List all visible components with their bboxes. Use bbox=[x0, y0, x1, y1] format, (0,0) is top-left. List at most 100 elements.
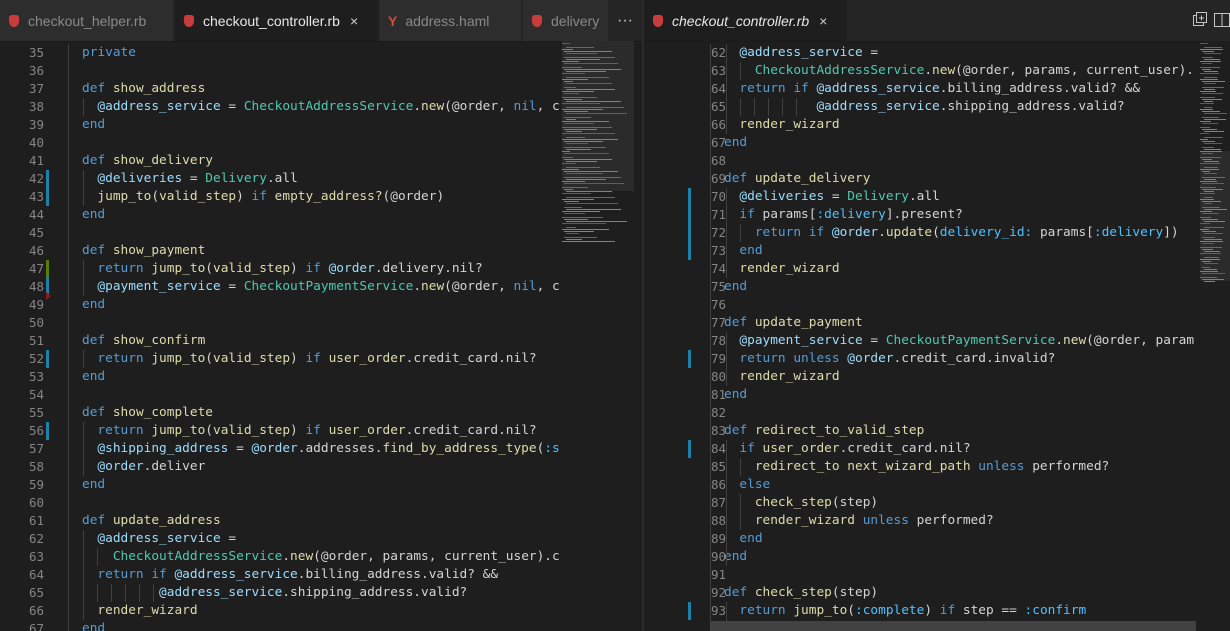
tab-label: checkout_controller.rb bbox=[203, 12, 340, 29]
minimap-slider[interactable] bbox=[562, 41, 634, 191]
line-number: 63 bbox=[710, 63, 726, 78]
code-line: return if @address_service.billing_addre… bbox=[82, 567, 499, 582]
git-deleted-marker[interactable] bbox=[46, 292, 51, 300]
indent-guide bbox=[83, 170, 84, 206]
code-line: def redirect_to_valid_step bbox=[724, 423, 925, 438]
more-actions-icon[interactable]: ··· bbox=[610, 0, 640, 41]
tab-checkout-helper[interactable]: checkout_helper.rb bbox=[0, 0, 174, 41]
left-tab-bar: checkout_helper.rb checkout_controller.r… bbox=[0, 0, 642, 42]
git-change-marker[interactable] bbox=[688, 350, 691, 368]
minimap-line bbox=[562, 229, 609, 230]
line-number: 56 bbox=[28, 423, 44, 438]
git-change-marker[interactable] bbox=[46, 422, 49, 440]
code-line: @address_service = CheckoutAddressServic… bbox=[82, 99, 560, 114]
minimap-line bbox=[564, 201, 579, 202]
code-line: @order.deliver bbox=[82, 459, 206, 474]
tab-checkout-controller-right[interactable]: checkout_controller.rb × bbox=[644, 0, 848, 41]
minimap-line bbox=[562, 211, 600, 212]
minimap-line bbox=[562, 199, 594, 200]
left-minimap[interactable] bbox=[562, 41, 634, 631]
tab-delivery[interactable]: delivery bbox=[523, 0, 609, 41]
minimap-line bbox=[1200, 133, 1209, 134]
code-line: render_wizard unless performed? bbox=[724, 513, 994, 528]
code-line: return if @order.update(delivery_id: par… bbox=[724, 225, 1179, 240]
line-number: 64 bbox=[28, 567, 44, 582]
git-change-marker[interactable] bbox=[46, 350, 49, 368]
line-number: 62 bbox=[28, 531, 44, 546]
line-number: 67 bbox=[28, 621, 44, 631]
line-number: 47 bbox=[28, 261, 44, 276]
code-line: def show_address bbox=[82, 81, 206, 96]
indent-guide bbox=[726, 332, 727, 386]
line-number: 41 bbox=[28, 153, 44, 168]
minimap-line bbox=[1200, 49, 1223, 50]
minimap-line bbox=[1204, 149, 1221, 150]
code-line: render_wizard bbox=[724, 117, 840, 132]
minimap-slider[interactable] bbox=[1200, 151, 1230, 281]
close-icon[interactable]: × bbox=[819, 13, 827, 29]
indent-guide bbox=[740, 98, 741, 116]
minimap-line bbox=[564, 213, 585, 214]
code-line: @deliveries = Delivery.all bbox=[82, 171, 298, 186]
minimap-line bbox=[562, 217, 603, 218]
indent-guide bbox=[83, 530, 84, 620]
code-line: end bbox=[724, 549, 748, 564]
git-change-marker[interactable] bbox=[688, 440, 691, 458]
line-number: 69 bbox=[710, 171, 726, 186]
line-number: 92 bbox=[710, 585, 726, 600]
line-number: 65 bbox=[28, 585, 44, 600]
minimap-line bbox=[1204, 77, 1217, 78]
line-number: 40 bbox=[28, 135, 44, 150]
code-line: @payment_service = CheckoutPaymentServic… bbox=[724, 333, 1194, 348]
minimap-line bbox=[1204, 137, 1223, 138]
left-editor-group: checkout_helper.rb checkout_controller.r… bbox=[0, 0, 642, 631]
tab-checkout-controller[interactable]: checkout_controller.rb × bbox=[175, 0, 379, 41]
code-line: end bbox=[82, 297, 106, 312]
indent-guide bbox=[97, 584, 98, 602]
tab-label: delivery bbox=[551, 12, 600, 29]
code-line: def show_confirm bbox=[82, 333, 206, 348]
minimap-line bbox=[1200, 139, 1208, 140]
line-number: 55 bbox=[28, 405, 44, 420]
code-line: else bbox=[724, 477, 771, 492]
git-change-marker[interactable] bbox=[46, 260, 49, 278]
horizontal-scrollbar[interactable] bbox=[710, 621, 1196, 631]
code-line: end bbox=[82, 207, 106, 222]
ruby-file-icon bbox=[8, 14, 20, 27]
line-number: 86 bbox=[710, 477, 726, 492]
code-line: render_wizard bbox=[724, 369, 840, 384]
minimap-line bbox=[1204, 53, 1221, 54]
tab-label: checkout_helper.rb bbox=[28, 12, 147, 29]
line-number: 50 bbox=[28, 315, 44, 330]
minimap-line bbox=[1204, 71, 1218, 72]
line-number: 54 bbox=[28, 387, 44, 402]
split-editor-icon[interactable] bbox=[1214, 12, 1230, 28]
minimap-line bbox=[1202, 99, 1222, 100]
close-icon[interactable]: × bbox=[350, 13, 358, 29]
tab-address-haml[interactable]: Y address.haml bbox=[380, 0, 522, 41]
indent-guide bbox=[83, 350, 84, 368]
line-number: 61 bbox=[28, 513, 44, 528]
code-line: render_wizard bbox=[82, 603, 198, 618]
code-line: end bbox=[724, 135, 748, 150]
line-number: 66 bbox=[710, 117, 726, 132]
git-change-marker[interactable] bbox=[46, 170, 49, 206]
code-line: if params[:delivery].present? bbox=[724, 207, 963, 222]
minimap-line bbox=[1200, 43, 1208, 44]
code-line: if user_order.credit_card.nil? bbox=[724, 441, 971, 456]
code-line: end bbox=[82, 369, 106, 384]
open-changes-icon[interactable] bbox=[1192, 12, 1208, 28]
minimap-line bbox=[1200, 109, 1213, 110]
git-change-marker[interactable] bbox=[688, 602, 691, 620]
minimap-line bbox=[566, 221, 627, 222]
right-editor-group: checkout_controller.rb × 62 @address_ser… bbox=[644, 0, 1230, 631]
git-change-marker[interactable] bbox=[688, 188, 691, 260]
line-number: 52 bbox=[28, 351, 44, 366]
minimap-line bbox=[1204, 89, 1215, 90]
minimap-line bbox=[1200, 91, 1216, 92]
minimap-line bbox=[1204, 281, 1215, 282]
code-line: CheckoutAddressService.new(@order, param… bbox=[724, 63, 1194, 78]
right-minimap[interactable] bbox=[1200, 41, 1230, 631]
minimap-line bbox=[1204, 143, 1222, 144]
line-number: 75 bbox=[710, 279, 726, 294]
